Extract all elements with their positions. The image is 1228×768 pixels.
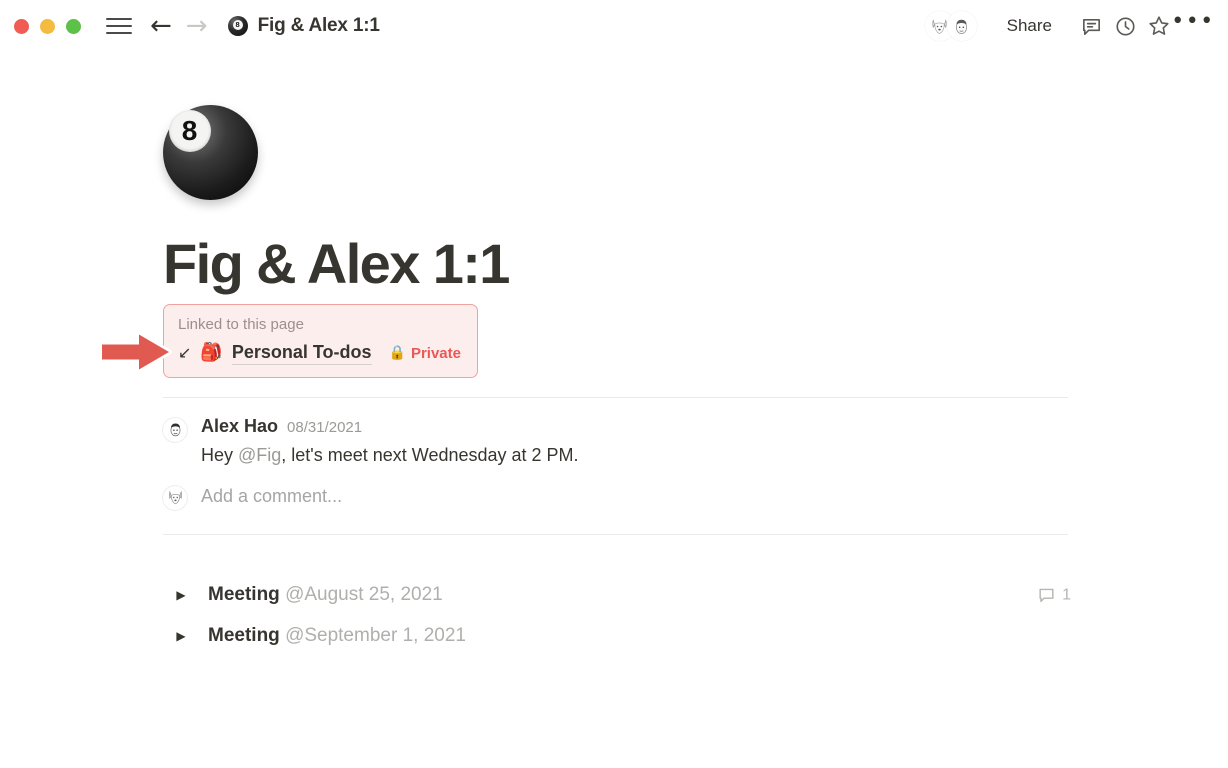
man-face-glyph [956, 19, 968, 34]
toggle-label[interactable]: Meeting @August 25, 2021 [208, 584, 443, 606]
toggle-block: ▶ Meeting @September 1, 2021 [163, 616, 1068, 657]
backpack-icon: 🎒 [200, 342, 223, 364]
window-controls [14, 18, 81, 34]
eight-ball-icon [227, 16, 248, 36]
page-content: 8 Fig & Alex 1:1 Linked to this page ↙ 🎒… [99, 52, 1071, 657]
breadcrumb[interactable]: Fig & Alex 1:1 [227, 15, 380, 37]
dog-face-avatar [163, 485, 187, 510]
forward-arrow-icon[interactable]: → [186, 13, 208, 39]
comment-count-value: 1 [1062, 586, 1071, 604]
toggle-list: ▶ Meeting @August 25, 2021 1 ▶ Meeting @… [163, 575, 1071, 657]
comment-text-after: , let's meet next Wednesday at 2 PM. [281, 444, 579, 465]
red-pointer-arrow [99, 331, 172, 373]
more-options-icon[interactable]: ••• [1171, 9, 1213, 43]
app-window: ← → Fig & Alex 1:1 [0, 0, 1228, 768]
comment-icon [1039, 589, 1054, 603]
toggle-label[interactable]: Meeting @September 1, 2021 [208, 625, 466, 647]
eight-ball-page-icon[interactable]: 8 [163, 105, 258, 200]
dog-face-glyph [168, 491, 182, 505]
private-label: Private [410, 344, 461, 362]
title-bar: ← → Fig & Alex 1:1 [0, 0, 1228, 52]
lock-icon: 🔒 [388, 345, 406, 362]
breadcrumb-title: Fig & Alex 1:1 [257, 15, 380, 36]
comment-header: Alex Hao 08/31/2021 [201, 416, 579, 437]
linked-page-row[interactable]: ↙ 🎒 Personal To-dos 🔒 Private [178, 342, 463, 365]
clock-history-icon[interactable] [1108, 9, 1142, 43]
linked-page-link[interactable]: Personal To-dos [231, 342, 372, 365]
page-body: 8 Fig & Alex 1:1 Linked to this page ↙ 🎒… [0, 52, 1228, 768]
toggle-title: Meeting [208, 584, 286, 606]
share-button[interactable]: Share [999, 11, 1060, 41]
divider [163, 396, 1068, 398]
linked-section-label: Linked to this page [178, 315, 304, 333]
maximize-window-button[interactable] [66, 18, 81, 34]
linked-section: Linked to this page ↙ 🎒 Personal To-dos … [99, 303, 1068, 378]
comment-author: Alex Hao [201, 415, 279, 436]
arrow-down-left-icon: ↙ [178, 343, 192, 363]
man-face-avatar[interactable] [946, 11, 977, 41]
comment-date: 08/31/2021 [287, 418, 363, 436]
hamburger-menu-icon[interactable] [106, 16, 132, 36]
comment-text-before: Hey [201, 444, 239, 465]
page-title[interactable]: Fig & Alex 1:1 [163, 234, 1068, 294]
toggle-block: ▶ Meeting @August 25, 2021 1 [163, 575, 1071, 616]
add-comment-input[interactable]: Add a comment... [201, 486, 342, 507]
chevron-right-icon[interactable]: ▶ [170, 630, 192, 642]
titlebar-actions: Share ••• [924, 9, 1213, 43]
man-face-glyph [170, 423, 180, 437]
chevron-right-icon[interactable]: ▶ [170, 589, 192, 601]
divider [163, 533, 1068, 535]
close-window-button[interactable] [14, 18, 29, 34]
comment-text: Hey @Fig, let's meet next Wednesday at 2… [201, 443, 579, 468]
comment-count-badge[interactable]: 1 [1037, 586, 1071, 605]
avatar-group[interactable] [924, 11, 983, 41]
linked-to-this-page-box: Linked to this page ↙ 🎒 Personal To-dos … [163, 303, 478, 378]
eight-ball-number: 8 [168, 109, 211, 152]
comment-icon[interactable] [1074, 9, 1108, 43]
date-mention[interactable]: @September 1, 2021 [285, 625, 466, 646]
toggle-title: Meeting [208, 625, 286, 647]
comment-body: Alex Hao 08/31/2021 Hey @Fig, let's meet… [201, 416, 579, 468]
minimize-window-button[interactable] [40, 18, 55, 34]
date-mention[interactable]: @August 25, 2021 [285, 584, 443, 605]
user-mention[interactable]: @Fig [238, 445, 281, 465]
man-face-avatar [163, 417, 187, 442]
comment-item: Alex Hao 08/31/2021 Hey @Fig, let's meet… [163, 416, 1068, 468]
private-badge: 🔒 Private [389, 345, 461, 362]
back-arrow-icon[interactable]: ← [150, 13, 172, 39]
add-comment-row[interactable]: Add a comment... [163, 484, 1068, 510]
